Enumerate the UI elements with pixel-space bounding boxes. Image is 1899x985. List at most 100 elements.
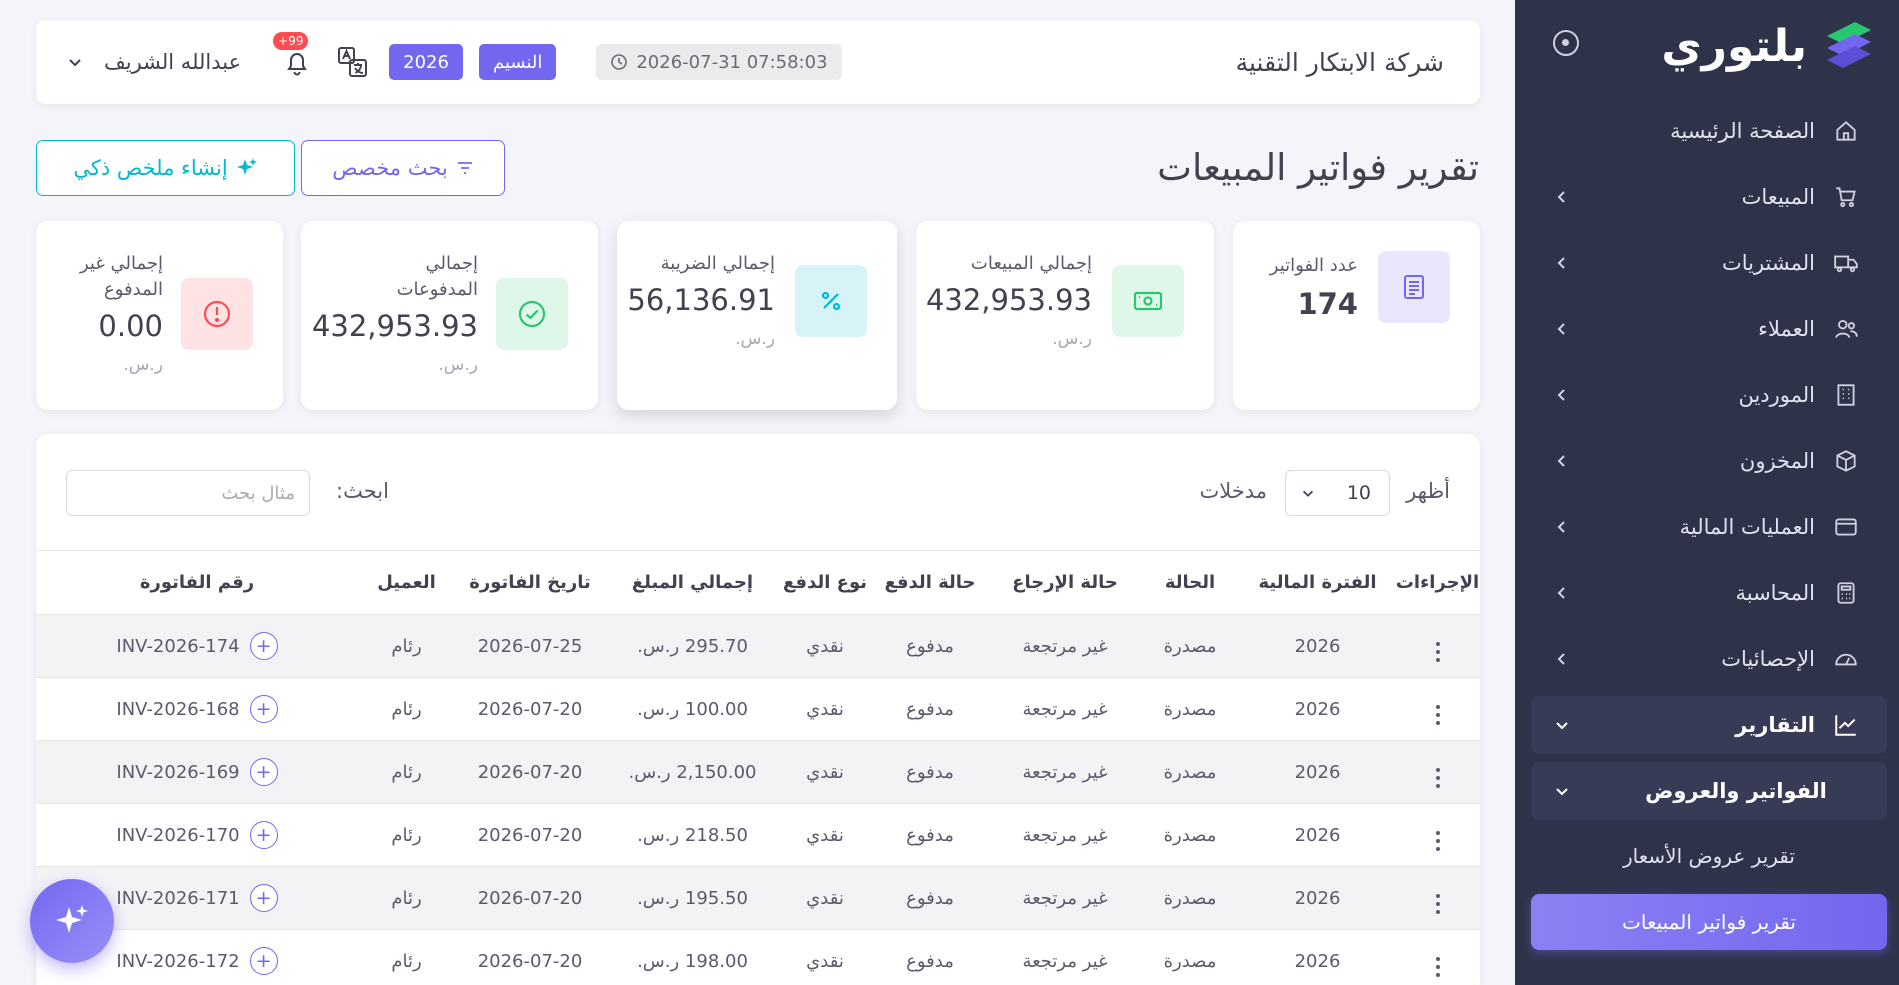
table-row[interactable]: 2026 مصدرة غير مرتجعة مدفوع نقدي 195.50 … [36, 866, 1480, 930]
column-header[interactable]: إجمالي المبلغ [605, 550, 780, 615]
cart-icon [1836, 187, 1856, 208]
sidebar-item-reports[interactable]: التقارير [1531, 696, 1887, 754]
sidebar-item-suppliers[interactable]: الموردين [1531, 366, 1887, 424]
more-vertical-icon[interactable] [1435, 894, 1440, 914]
more-vertical-icon[interactable] [1435, 957, 1440, 977]
expand-row-plus-icon[interactable]: + [249, 695, 278, 723]
sidebar-subitem-sales-invoices-report[interactable]: تقرير فواتير المبيعات [1531, 894, 1887, 950]
column-header[interactable]: الإجراءات [1395, 550, 1480, 615]
chevron-left-icon [1557, 587, 1565, 599]
stat-icon-wrap [1112, 265, 1184, 337]
branch-badge[interactable]: النسيم [478, 44, 557, 80]
top-navbar: شركة الابتكار التقنية 2026-07-31 07:58:0… [36, 20, 1480, 104]
row-actions-cell [1395, 803, 1480, 867]
column-header[interactable]: رقم الفاتورة [36, 550, 358, 615]
sidebar-item-label: المبيعات [1741, 185, 1815, 209]
stat-label-line: إجمالي غير [79, 253, 163, 274]
custom-search-button[interactable]: بحث مخصص [301, 140, 505, 196]
table-row[interactable]: 2026 مصدرة غير مرتجعة مدفوع نقدي 218.50 … [36, 803, 1480, 867]
table-row[interactable]: 2026 مصدرة غير مرتجعة مدفوع نقدي 2,150.0… [36, 740, 1480, 804]
filter-icon [457, 162, 472, 174]
invoice-number[interactable]: INV-2026-168 [116, 699, 239, 720]
column-header[interactable]: حالة الدفع [870, 550, 990, 615]
sparkles-icon [56, 905, 88, 933]
page-title: تقرير فواتير المبيعات [1157, 146, 1479, 189]
sidebar-item-label: المشتريات [1721, 251, 1815, 275]
chevron-left-icon [1557, 653, 1565, 665]
more-vertical-icon[interactable] [1435, 642, 1440, 662]
sidebar-toggle-icon[interactable] [1553, 30, 1579, 56]
table-row[interactable]: 2026 مصدرة غير مرتجعة مدفوع نقدي 198.00 … [36, 929, 1480, 985]
period-cell: 2026 [1240, 803, 1395, 867]
year-badge[interactable]: 2026 [389, 44, 463, 80]
more-vertical-icon[interactable] [1435, 831, 1440, 851]
sidebar-item-statistics[interactable]: الإحصائيات [1531, 630, 1887, 688]
sidebar-group-invoices-offers[interactable]: الفواتير والعروض [1531, 762, 1887, 820]
sidebar-item-home[interactable]: الصفحة الرئيسية [1531, 102, 1887, 160]
sidebar-item-accounting[interactable]: المحاسبة [1531, 564, 1887, 622]
payment-status-cell: مدفوع [870, 677, 990, 741]
stat-icon-wrap [181, 278, 253, 350]
invoice-number[interactable]: INV-2026-171 [116, 888, 239, 909]
column-header[interactable]: الفترة المالية [1240, 550, 1395, 615]
ai-assistant-fab[interactable] [30, 879, 114, 963]
notifications-button[interactable]: +99 [273, 32, 317, 82]
sidebar-item-inventory[interactable]: المخزون [1531, 432, 1887, 490]
payment-type-cell: نقدي [780, 677, 870, 741]
row-actions-cell [1395, 866, 1480, 930]
column-header[interactable]: العميل [358, 550, 455, 615]
home-icon [1836, 121, 1856, 141]
invoices-table: الإجراءات الفترة المالية الحالة حالة الإ… [36, 550, 1480, 985]
stat-value: 174 [1297, 287, 1358, 321]
translate-icon [338, 47, 368, 77]
user-menu[interactable]: عبدالله الشريف [66, 50, 241, 74]
alert-circle-icon [203, 300, 231, 328]
invoice-number[interactable]: INV-2026-169 [116, 762, 239, 783]
sidebar: بلتوري الصفحة الرئيسية المبيعات المشتريا… [1515, 0, 1899, 985]
table-row[interactable]: 2026 مصدرة غير مرتجعة مدفوع نقدي 100.00 … [36, 677, 1480, 741]
invoice-cell: INV-2026-168 + [36, 677, 358, 741]
sidebar-item-purchases[interactable]: المشتريات [1531, 234, 1887, 292]
logo-mark-icon [1827, 22, 1871, 68]
invoice-number[interactable]: INV-2026-170 [116, 825, 239, 846]
invoice-cell: INV-2026-174 + [36, 614, 358, 678]
sidebar-item-customers[interactable]: العملاء [1531, 300, 1887, 358]
chevron-down-icon [1302, 490, 1314, 497]
column-header[interactable]: تاريخ الفاتورة [455, 550, 605, 615]
ai-summary-label: إنشاء ملخص ذكي [73, 156, 228, 180]
expand-row-plus-icon[interactable]: + [249, 632, 278, 660]
stat-value: 0.00 [98, 309, 163, 343]
stat-card-total-paid: إجمالي المدفوعات 432,953.93 ر.س. [301, 221, 598, 410]
column-header[interactable]: الحالة [1140, 550, 1240, 615]
stat-label-line: إجمالي [425, 253, 478, 274]
invoice-number[interactable]: INV-2026-174 [116, 636, 239, 657]
language-button[interactable] [333, 42, 373, 82]
notifications-count-badge: +99 [273, 32, 309, 50]
expand-row-plus-icon[interactable]: + [249, 884, 278, 912]
ai-summary-button[interactable]: إنشاء ملخص ذكي [36, 140, 295, 196]
search-input[interactable] [66, 470, 310, 516]
status-cell: مصدرة [1140, 929, 1240, 985]
table-header-row: الإجراءات الفترة المالية الحالة حالة الإ… [36, 550, 1480, 615]
sidebar-subitem-label: تقرير فواتير المبيعات [1622, 910, 1796, 934]
column-header[interactable]: نوع الدفع [780, 550, 870, 615]
period-cell: 2026 [1240, 740, 1395, 804]
expand-row-plus-icon[interactable]: + [249, 758, 278, 786]
page-size-select[interactable]: 10 [1285, 470, 1390, 516]
page-size-value: 10 [1346, 482, 1371, 504]
app-logo[interactable]: بلتوري [1661, 14, 1877, 78]
expand-row-plus-icon[interactable]: + [249, 821, 278, 849]
column-header[interactable]: حالة الإرجاع [990, 550, 1140, 615]
invoice-number[interactable]: INV-2026-172 [116, 951, 239, 972]
gauge-icon [1835, 653, 1857, 666]
sidebar-item-sales[interactable]: المبيعات [1531, 168, 1887, 226]
status-cell: مصدرة [1140, 614, 1240, 678]
sidebar-item-finance[interactable]: العمليات المالية [1531, 498, 1887, 556]
payment-status-cell: مدفوع [870, 803, 990, 867]
more-vertical-icon[interactable] [1435, 768, 1440, 788]
table-row[interactable]: 2026 مصدرة غير مرتجعة مدفوع نقدي 295.70 … [36, 614, 1480, 678]
expand-row-plus-icon[interactable]: + [249, 947, 278, 975]
sidebar-subitem-quotes-report[interactable]: تقرير عروض الأسعار [1531, 828, 1887, 884]
stat-label-line: المدفوع [104, 279, 163, 301]
more-vertical-icon[interactable] [1435, 705, 1440, 725]
